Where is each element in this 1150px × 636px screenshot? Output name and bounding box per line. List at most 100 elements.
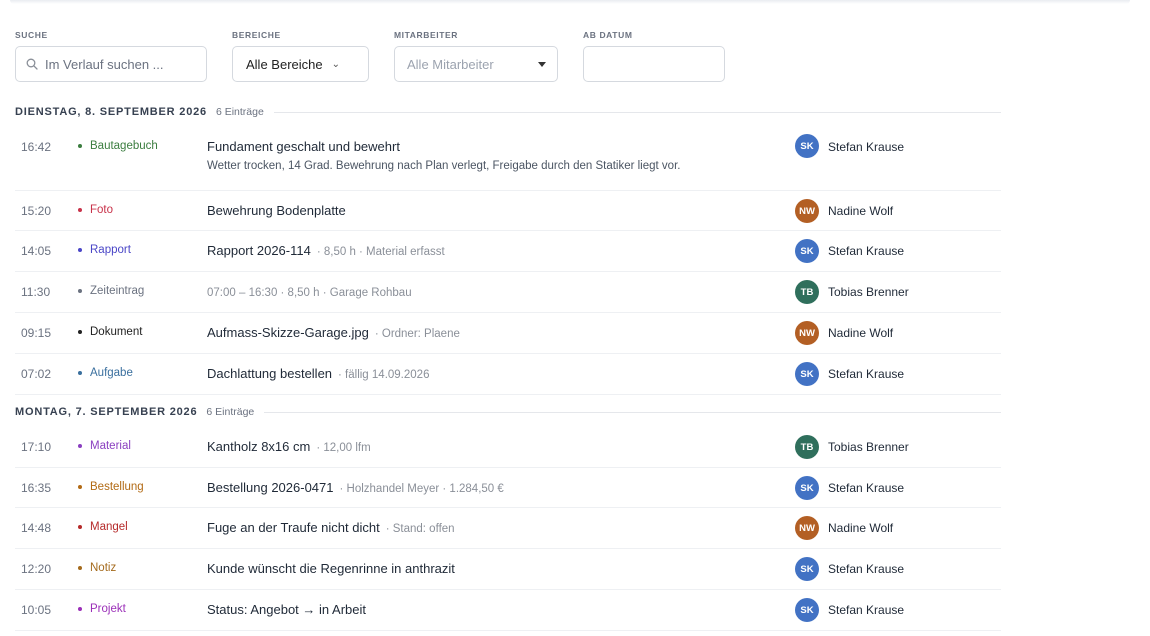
entry-time: 10:05 bbox=[21, 603, 52, 617]
entry-user-name: Stefan Krause bbox=[828, 140, 905, 154]
entry-user-name: Nadine Wolf bbox=[828, 326, 894, 340]
entry-title[interactable]: Rapport 2026-114 · 8,50 h · Material erfa… bbox=[207, 243, 445, 258]
areas-filter: BEREICHE Alle Bereiche ⌄ bbox=[232, 29, 369, 82]
entry-user-name: Tobias Brenner bbox=[828, 440, 909, 454]
entry-category-label: Notiz bbox=[90, 562, 117, 574]
category-dot-icon bbox=[78, 144, 82, 148]
category-dot-icon bbox=[78, 371, 82, 375]
filter-bar: SUCHE Im Verlauf suchen ... BEREICHE All… bbox=[15, 29, 750, 82]
avatar: SK bbox=[795, 134, 819, 158]
entry-title[interactable]: Aufmass-Skizze-Garage.jpg · Ordner: Plaen… bbox=[207, 325, 460, 340]
entry-time: 16:35 bbox=[21, 481, 52, 495]
entry-user-name: Stefan Krause bbox=[828, 562, 905, 576]
timeline-entry[interactable]: 16:42 Bautagebuch Fundament geschalt und b… bbox=[15, 127, 1001, 191]
entry-time: 09:15 bbox=[21, 326, 52, 340]
avatar: TB bbox=[795, 435, 819, 459]
entry-title-text: Dachlattung bestellen bbox=[207, 366, 333, 381]
avatar: SK bbox=[795, 239, 819, 263]
entry-time: 12:20 bbox=[21, 562, 52, 576]
entry-category-label: Mangel bbox=[90, 521, 128, 533]
search-input[interactable]: Im Verlauf suchen ... bbox=[15, 46, 207, 82]
entry-time: 14:48 bbox=[21, 521, 52, 535]
day-group-title: MONTAG, 7. SEPTEMBER 2026 bbox=[15, 406, 198, 418]
chevron-down-icon: ⌄ bbox=[331, 58, 340, 70]
timeline-entry[interactable]: 16:35 Bestellung Bestellung 2026-0471 · Hol… bbox=[15, 468, 1001, 508]
day-group-count: 6 Einträge bbox=[215, 106, 264, 118]
entry-category-label: Projekt bbox=[90, 603, 126, 615]
timeline-entry[interactable]: 14:48 Mangel Fuge an der Traufe nicht dich… bbox=[15, 508, 1001, 549]
staff-select[interactable]: Alle Mitarbeiter bbox=[394, 46, 558, 82]
timeline-entry[interactable]: 10:05 Projekt Status: Angebot → in Arbeit S… bbox=[15, 590, 1001, 631]
divider bbox=[273, 111, 1001, 113]
entry-category: Aufgabe bbox=[78, 367, 133, 379]
timeline-entry[interactable]: 12:20 Notiz Kunde wünscht die Regenrinne i… bbox=[15, 549, 1001, 590]
avatar: SK bbox=[795, 598, 819, 622]
date-filter: AB DATUM bbox=[583, 29, 725, 82]
date-label: AB DATUM bbox=[583, 30, 633, 40]
entry-title[interactable]: Kantholz 8x16 cm · 12,00 lfm bbox=[207, 439, 371, 454]
staff-value: Alle Mitarbeiter bbox=[407, 56, 494, 72]
timeline-entry[interactable]: 11:30 Zeiteintrag 07:00 – 16:30 · 8,50 h ·… bbox=[15, 272, 1001, 313]
category-dot-icon bbox=[78, 525, 82, 529]
entry-title-text: Status: Angebot → in Arbeit bbox=[207, 602, 366, 617]
areas-value: Alle Bereiche bbox=[246, 56, 323, 72]
entry-meta: · 8,50 h · Material erfasst bbox=[316, 246, 445, 258]
category-dot-icon bbox=[78, 485, 82, 489]
search-label: SUCHE bbox=[15, 30, 48, 40]
staff-filter: MITARBEITER Alle Mitarbeiter bbox=[394, 29, 558, 82]
entry-title-text: Bestellung 2026-0471 bbox=[207, 480, 334, 495]
search-filter: SUCHE Im Verlauf suchen ... bbox=[15, 29, 207, 82]
entry-description: Wetter trocken, 14 Grad. Bewehrung nach … bbox=[207, 160, 681, 172]
date-input[interactable] bbox=[583, 46, 725, 82]
day-group-count: 6 Einträge bbox=[206, 406, 255, 418]
timeline-entry[interactable]: 07:02 Aufgabe Dachlattung bestellen · fälli… bbox=[15, 354, 1001, 395]
entry-user-name: Stefan Krause bbox=[828, 367, 905, 381]
entry-title[interactable]: Status: Angebot → in Arbeit bbox=[207, 602, 366, 617]
entry-title-text: Kantholz 8x16 cm bbox=[207, 439, 311, 454]
areas-select[interactable]: Alle Bereiche ⌄ bbox=[232, 46, 369, 82]
avatar: SK bbox=[795, 362, 819, 386]
entry-title[interactable]: Fuge an der Traufe nicht dicht · Stand: o… bbox=[207, 520, 455, 535]
avatar: TB bbox=[795, 280, 819, 304]
entry-time: 17:10 bbox=[21, 440, 52, 454]
entry-title[interactable]: Bewehrung Bodenplatte bbox=[207, 203, 346, 218]
entry-title[interactable]: Bestellung 2026-0471 · Holzhandel Meyer ·… bbox=[207, 480, 504, 495]
entry-category-label: Zeiteintrag bbox=[90, 285, 145, 297]
entry-category: Mangel bbox=[78, 521, 128, 533]
timeline-entry[interactable]: 14:05 Rapport Rapport 2026-114 · 8,50 h · M… bbox=[15, 231, 1001, 272]
timeline-entry[interactable]: 09:15 Dokument Aufmass-Skizze-Garage.jpg · … bbox=[15, 313, 1001, 354]
entry-title[interactable]: Kunde wünscht die Regenrinne in anthrazi… bbox=[207, 561, 455, 576]
entry-title[interactable]: Dachlattung bestellen · fällig 14.09.2026 bbox=[207, 366, 429, 381]
entry-user-name: Stefan Krause bbox=[828, 244, 905, 258]
divider bbox=[264, 411, 1001, 413]
entry-title-text: Kunde wünscht die Regenrinne in anthrazi… bbox=[207, 561, 455, 576]
entry-meta: · Ordner: Plaene bbox=[374, 328, 460, 340]
entry-category-label: Bestellung bbox=[90, 481, 144, 493]
category-dot-icon bbox=[78, 289, 82, 293]
entry-time: 11:30 bbox=[21, 285, 51, 299]
header-shadow bbox=[10, 0, 1130, 4]
entry-title: 07:00 – 16:30 · 8,50 h · Garage Rohbau bbox=[207, 284, 412, 299]
category-dot-icon bbox=[78, 248, 82, 252]
entry-meta: · fällig 14.09.2026 bbox=[338, 369, 430, 381]
timeline-entry[interactable]: 15:20 Foto Bewehrung Bodenplatte NW Nadine W… bbox=[15, 191, 1001, 231]
timeline-entry[interactable]: 17:10 Material Kantholz 8x16 cm · 12,00 lfm… bbox=[15, 427, 1001, 468]
entry-user-name: Stefan Krause bbox=[828, 603, 905, 617]
entry-category: Dokument bbox=[78, 326, 142, 338]
entry-title-text: Rapport 2026-114 bbox=[207, 243, 311, 258]
entry-time: 16:42 bbox=[21, 140, 52, 154]
avatar: NW bbox=[795, 516, 819, 540]
category-dot-icon bbox=[78, 444, 82, 448]
entry-category: Material bbox=[78, 440, 131, 452]
entry-time: 14:05 bbox=[21, 244, 52, 258]
entry-title[interactable]: Fundament geschalt und bewehrt bbox=[207, 139, 400, 154]
entry-category-label: Dokument bbox=[90, 326, 143, 338]
avatar: NW bbox=[795, 199, 819, 223]
entry-category: Projekt bbox=[78, 603, 126, 615]
entry-user-name: Tobias Brenner bbox=[828, 285, 909, 299]
entry-category: Bestellung bbox=[78, 481, 144, 493]
search-icon bbox=[26, 58, 38, 70]
entry-category-label: Material bbox=[90, 440, 131, 452]
day-group-header: DIENSTAG, 8. SEPTEMBER 2026 6 Einträge bbox=[15, 106, 1001, 118]
entry-title-text: Fuge an der Traufe nicht dicht bbox=[207, 520, 380, 535]
